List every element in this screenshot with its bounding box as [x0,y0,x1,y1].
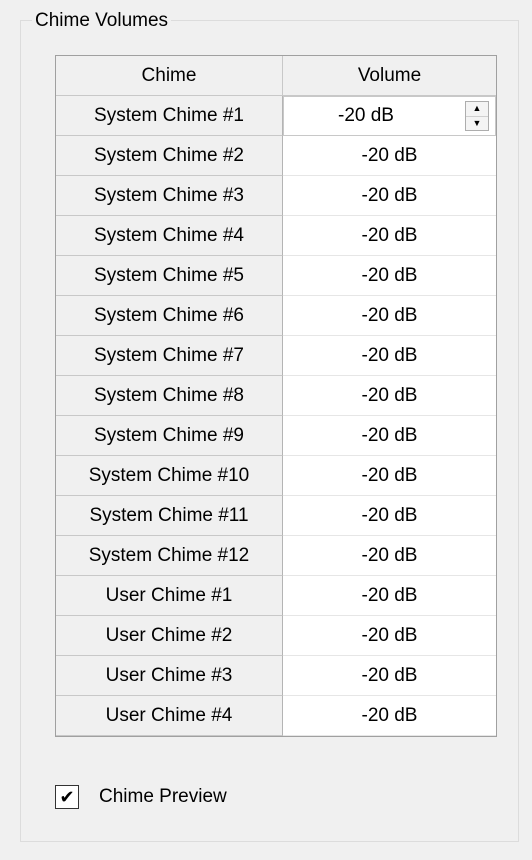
table-row[interactable]: System Chime #11 -20 dB [56,496,496,536]
table-row[interactable]: System Chime #7 -20 dB [56,336,496,376]
grid-header-row: Chime Volume [56,56,496,96]
chime-name-cell: System Chime #7 [56,336,283,376]
checkmark-icon: ✔ [59,787,75,807]
chime-name-cell: System Chime #8 [56,376,283,416]
chime-name-cell: User Chime #4 [56,696,283,736]
chime-name-cell: System Chime #10 [56,456,283,496]
table-row[interactable]: System Chime #12 -20 dB [56,536,496,576]
column-header-volume[interactable]: Volume [283,56,496,96]
table-row[interactable]: System Chime #8 -20 dB [56,376,496,416]
column-header-chime[interactable]: Chime [56,56,283,96]
volume-cell[interactable]: -20 dB [283,336,496,376]
volume-cell[interactable]: -20 dB [283,496,496,536]
table-row[interactable]: System Chime #3 -20 dB [56,176,496,216]
table-row[interactable]: System Chime #4 -20 dB [56,216,496,256]
chime-name-cell: System Chime #3 [56,176,283,216]
chime-name-cell: User Chime #1 [56,576,283,616]
chime-name-cell: System Chime #11 [56,496,283,536]
chime-name-cell: System Chime #4 [56,216,283,256]
table-row[interactable]: User Chime #1 -20 dB [56,576,496,616]
volume-cell[interactable]: -20 dB [283,576,496,616]
chime-name-cell: User Chime #2 [56,616,283,656]
volume-cell[interactable]: -20 dB [283,696,496,736]
spin-down-icon[interactable]: ▼ [466,117,488,131]
group-title: Chime Volumes [32,10,172,32]
volume-cell[interactable]: -20 dB [283,656,496,696]
volume-value[interactable]: -20 dB [338,105,394,127]
volume-cell[interactable]: -20 dB [283,376,496,416]
volume-cell[interactable]: -20 dB [283,416,496,456]
chime-name-cell: User Chime #3 [56,656,283,696]
volume-cell[interactable]: -20 dB [283,536,496,576]
table-row[interactable]: User Chime #3 -20 dB [56,656,496,696]
volume-cell[interactable]: -20 dB [283,216,496,256]
table-row[interactable]: System Chime #2 -20 dB [56,136,496,176]
chime-name-cell: System Chime #12 [56,536,283,576]
volume-cell[interactable]: -20 dB [283,296,496,336]
chime-name-cell: System Chime #6 [56,296,283,336]
table-row[interactable]: User Chime #2 -20 dB [56,616,496,656]
table-row[interactable]: System Chime #10 -20 dB [56,456,496,496]
chime-preview-row[interactable]: ✔ Chime Preview [55,785,227,809]
volume-edit-cell[interactable]: -20 dB ▲ ▼ [283,96,496,136]
volume-cell[interactable]: -20 dB [283,136,496,176]
volume-spinner[interactable]: ▲ ▼ [465,101,489,131]
chime-name-cell: System Chime #5 [56,256,283,296]
chime-preview-label[interactable]: Chime Preview [99,786,227,808]
chime-name-cell: System Chime #9 [56,416,283,456]
volume-cell[interactable]: -20 dB [283,616,496,656]
table-row[interactable]: System Chime #6 -20 dB [56,296,496,336]
chime-preview-checkbox[interactable]: ✔ [55,785,79,809]
table-row[interactable]: System Chime #1 -20 dB ▲ ▼ [56,96,496,136]
chime-name-cell: System Chime #1 [56,96,283,136]
spin-up-icon[interactable]: ▲ [466,102,488,117]
table-row[interactable]: System Chime #9 -20 dB [56,416,496,456]
table-row[interactable]: System Chime #5 -20 dB [56,256,496,296]
volume-cell[interactable]: -20 dB [283,176,496,216]
chime-volume-grid: Chime Volume System Chime #1 -20 dB ▲ ▼ … [55,55,497,737]
chime-name-cell: System Chime #2 [56,136,283,176]
volume-cell[interactable]: -20 dB [283,256,496,296]
table-row[interactable]: User Chime #4 -20 dB [56,696,496,736]
volume-cell[interactable]: -20 dB [283,456,496,496]
